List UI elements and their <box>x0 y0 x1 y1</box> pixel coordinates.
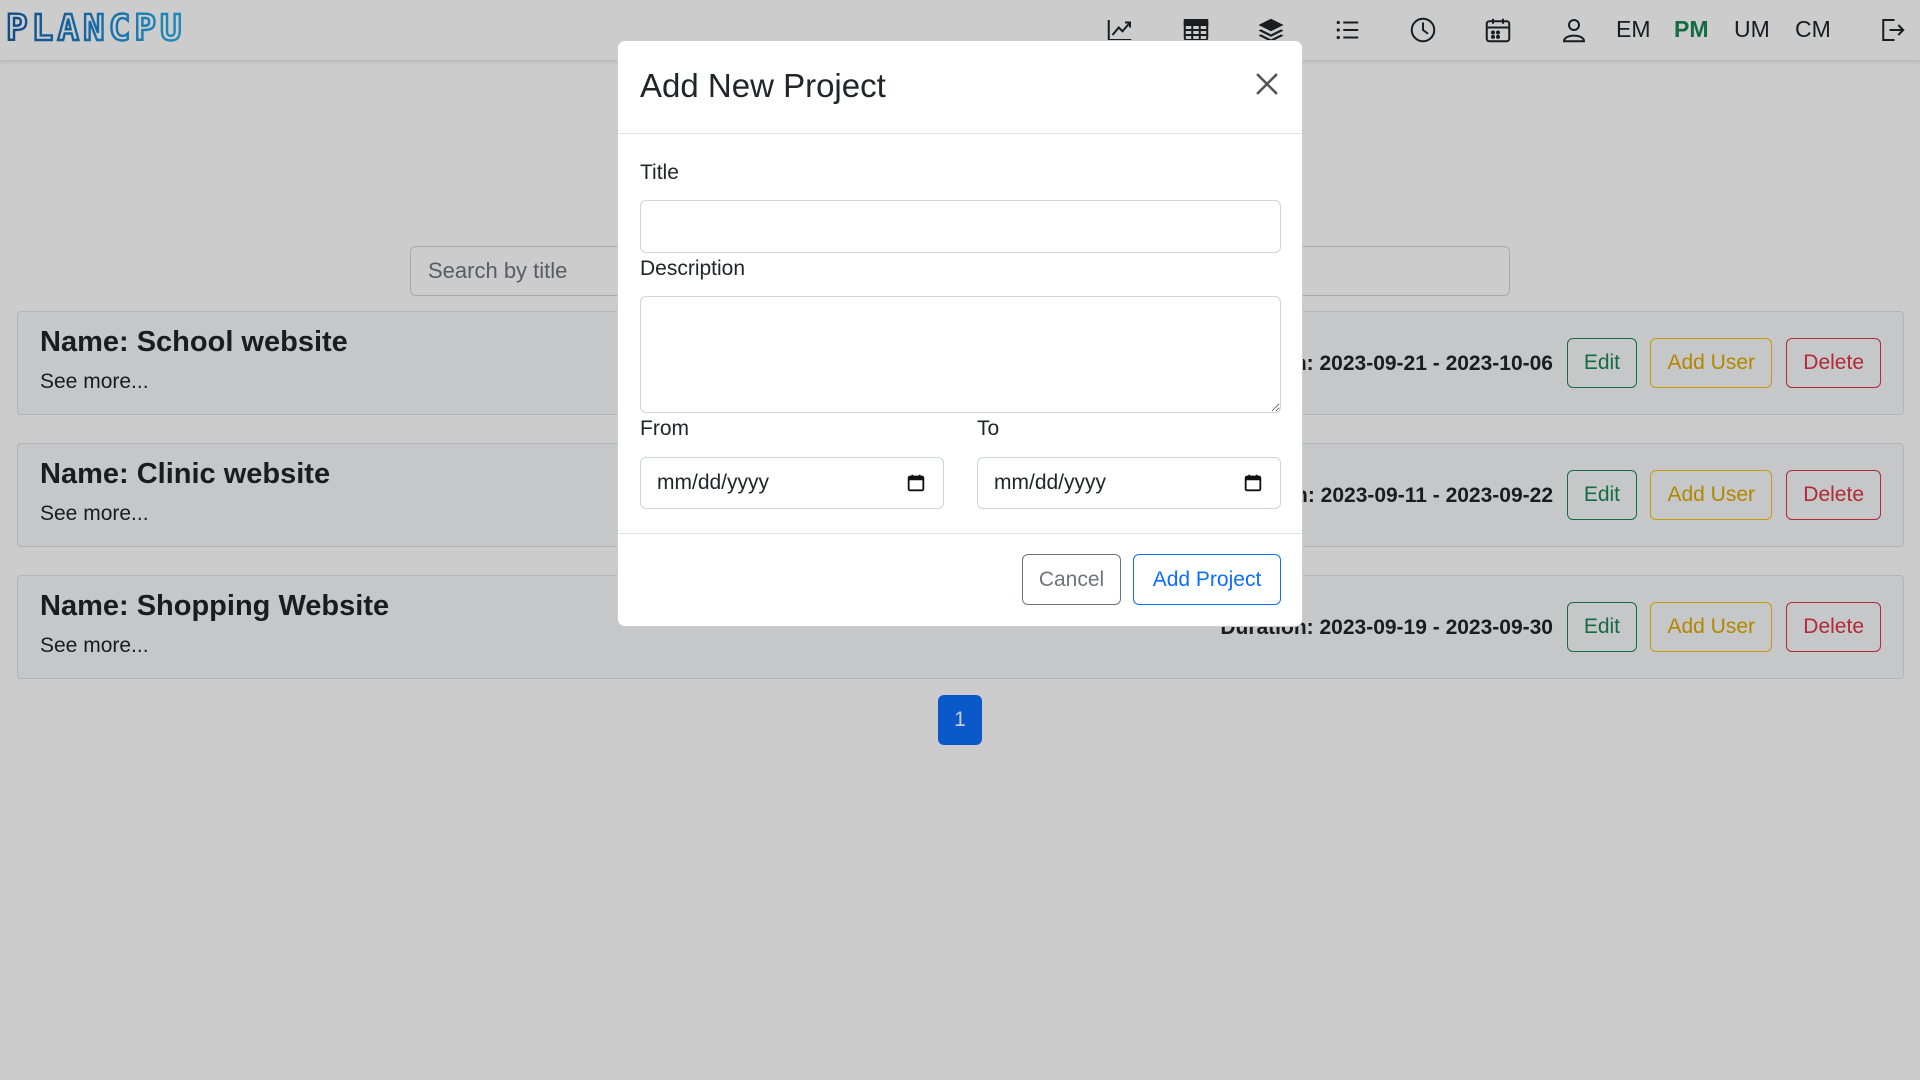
close-icon <box>1256 73 1278 95</box>
modal-title: Add New Project <box>640 67 886 104</box>
close-button[interactable] <box>1250 67 1284 101</box>
description-label: Description <box>640 257 746 280</box>
add-project-modal: Add New Project Title Description From m… <box>617 40 1303 627</box>
from-label: From <box>640 417 689 440</box>
calendar-icon[interactable] <box>1242 472 1264 494</box>
modal-footer-divider <box>618 533 1302 534</box>
to-date-input[interactable]: mm/dd/yyyy <box>977 457 1281 509</box>
cancel-button[interactable]: Cancel <box>1022 554 1121 605</box>
title-label: Title <box>640 161 679 184</box>
add-project-button[interactable]: Add Project <box>1133 554 1281 605</box>
title-input[interactable] <box>640 200 1281 253</box>
description-textarea[interactable] <box>640 296 1281 413</box>
to-label: To <box>977 417 1000 440</box>
to-date-value: mm/dd/yyyy <box>994 471 1107 494</box>
modal-header-divider <box>618 133 1302 134</box>
from-date-input[interactable]: mm/dd/yyyy <box>640 457 944 509</box>
calendar-icon[interactable] <box>905 472 927 494</box>
from-date-value: mm/dd/yyyy <box>657 471 770 494</box>
